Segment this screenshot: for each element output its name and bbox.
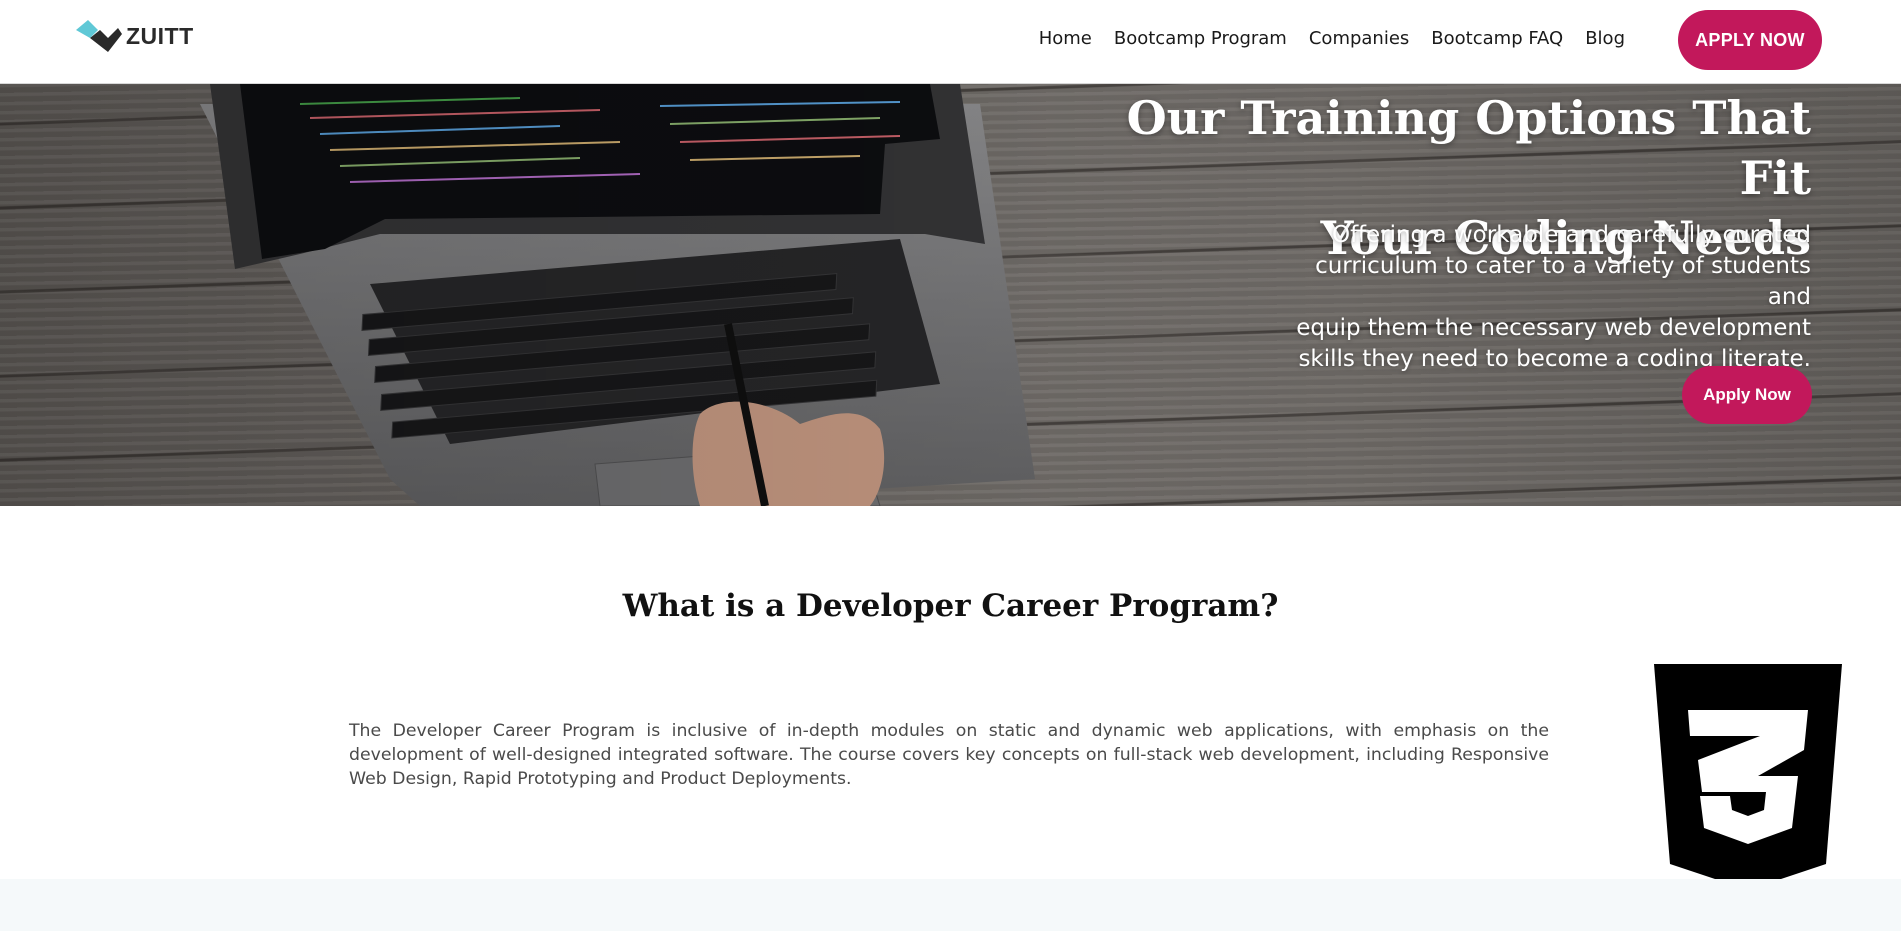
- hero-apply-now-button[interactable]: Apply Now: [1682, 366, 1812, 424]
- nav-link-bootcamp-program[interactable]: Bootcamp Program: [1114, 27, 1287, 51]
- section-title: What is a Developer Career Program?: [622, 588, 1279, 624]
- nav-link-blog[interactable]: Blog: [1585, 27, 1625, 51]
- nav-apply-now-button[interactable]: APPLY NOW: [1678, 10, 1822, 70]
- top-navbar: ZUITT Home Bootcamp Program Companies Bo…: [0, 0, 1901, 84]
- nav-link-bootcamp-faq[interactable]: Bootcamp FAQ: [1431, 27, 1563, 51]
- next-section-band: [0, 879, 1901, 931]
- hero-subtitle-line-2: curriculum to cater to a variety of stud…: [1315, 253, 1811, 310]
- hero-banner: Our Training Options That Fit Your Codin…: [0, 84, 1901, 506]
- hero-subtitle-line-1: Offering a workable and carefully curate…: [1332, 222, 1811, 248]
- zuitt-logo-icon: [76, 20, 122, 52]
- brand-logo[interactable]: ZUITT: [74, 16, 194, 56]
- hero-title-line-1: Our Training Options That Fit: [1126, 91, 1811, 205]
- nav-link-companies[interactable]: Companies: [1309, 27, 1409, 51]
- section-body: The Developer Career Program is inclusiv…: [349, 721, 1549, 789]
- css3-icon: [1654, 664, 1842, 890]
- nav-link-home[interactable]: Home: [1039, 27, 1092, 51]
- hero-subtitle-line-3: equip them the necessary web development: [1296, 315, 1811, 341]
- brand-name: ZUITT: [126, 22, 194, 49]
- hero-subtitle: Offering a workable and carefully curate…: [1291, 220, 1811, 375]
- main-nav: Home Bootcamp Program Companies Bootcamp…: [1039, 27, 1625, 51]
